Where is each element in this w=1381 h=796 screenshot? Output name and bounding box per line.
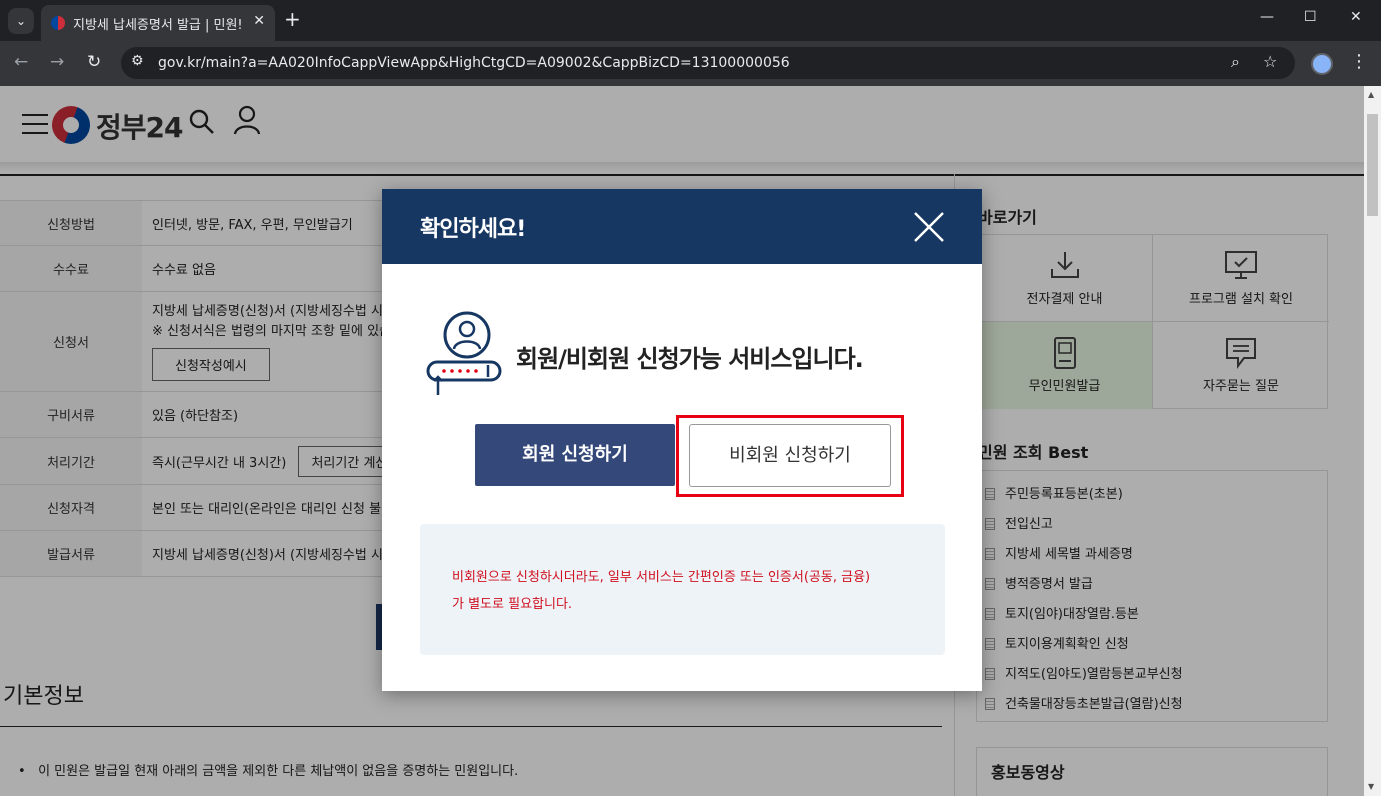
profile-avatar[interactable]	[1311, 53, 1333, 75]
bookmark-star-icon[interactable]: ☆	[1263, 52, 1277, 71]
back-icon[interactable]: ←	[14, 53, 28, 71]
site-info-icon[interactable]: ⚙	[131, 53, 144, 69]
notice-box: 비회원으로 신청하시더라도, 일부 서비스는 간편인증 또는 인증서(공동, 금…	[420, 524, 945, 655]
dialog-header: 확인하세요!	[382, 189, 982, 264]
window-close-icon[interactable]: ✕	[1350, 9, 1362, 25]
scroll-up-icon[interactable]: ▲	[1368, 90, 1374, 99]
maximize-icon[interactable]: ☐	[1304, 9, 1317, 25]
member-apply-button[interactable]: 회원 신청하기	[475, 424, 675, 486]
zoom-icon[interactable]: ⌕	[1231, 52, 1240, 72]
notice-line: 비회원으로 신청하시더라도, 일부 서비스는 간편인증 또는 인증서(공동, 금…	[452, 570, 871, 585]
browser-tab-bar: ⌄ 지방세 납세증명서 발급 | 민원! ✕ + — ☐ ✕	[0, 0, 1381, 41]
dialog-message: 회원/비회원 신청가능 서비스입니다.	[516, 345, 864, 373]
confirm-dialog: 확인하세요! 회원/비회원 신청가능 서비스입니다. 회원 신청하기 비회원 신…	[382, 189, 982, 691]
page-viewport: 정부24 신청방법 인터넷, 방문, FAX, 우편, 무인발급기 수수료 수수…	[0, 86, 1364, 796]
scroll-thumb[interactable]	[1367, 114, 1378, 216]
user-login-icon	[424, 307, 504, 403]
forward-icon[interactable]: →	[50, 53, 64, 71]
tab-title: 지방세 납세증명서 발급 | 민원!	[73, 18, 241, 33]
address-bar[interactable]: ⚙ gov.kr/main?a=AA020InfoCappViewApp&Hig…	[121, 47, 1295, 79]
url-text[interactable]: gov.kr/main?a=AA020InfoCappViewApp&HighC…	[158, 55, 790, 71]
browser-tab[interactable]: 지방세 납세증명서 발급 | 민원! ✕	[41, 5, 275, 41]
tab-search-button[interactable]: ⌄	[8, 8, 34, 34]
dialog-title: 확인하세요!	[420, 217, 526, 242]
browser-menu-icon[interactable]: ⋮	[1350, 51, 1368, 72]
tab-close-icon[interactable]: ✕	[253, 13, 265, 29]
guest-apply-button[interactable]: 비회원 신청하기	[689, 424, 891, 487]
new-tab-button[interactable]: +	[284, 9, 301, 29]
reload-icon[interactable]: ↻	[87, 53, 101, 71]
page-scrollbar[interactable]: ▲ ▼	[1364, 86, 1381, 796]
favicon-icon	[51, 16, 65, 30]
browser-toolbar: ← → ↻ ⚙ gov.kr/main?a=AA020InfoCappViewA…	[0, 41, 1381, 86]
notice-line: 가 별도로 필요합니다.	[452, 597, 573, 612]
scroll-down-icon[interactable]: ▼	[1368, 782, 1374, 791]
minimize-icon[interactable]: —	[1260, 9, 1274, 25]
close-icon[interactable]	[912, 210, 946, 244]
notice-text: 비회원으로 신청하시더라도, 일부 서비스는 간편인증 또는 인증서(공동, 금…	[452, 564, 922, 618]
